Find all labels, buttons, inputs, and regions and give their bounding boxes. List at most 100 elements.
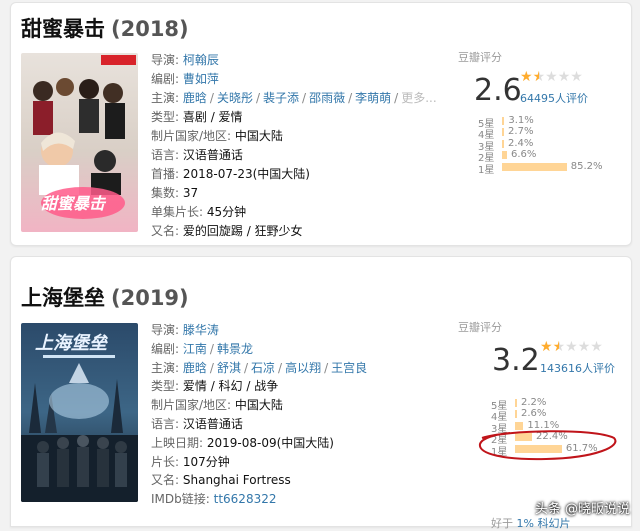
rating-score: 3.2 [492,343,540,378]
rating-panel: 豆瓣评分 3.2 ★★★★★ 143616人评价 5星 2.2% 4星 2.6% 3星 1… [458,319,618,530]
annotation-circle [479,430,617,461]
rating-dist-bar [502,139,504,148]
rating-dist-bar [502,117,505,125]
rating-dist-bar [515,399,517,407]
vote-count-link[interactable]: 64495人评价 [520,90,588,106]
better-than-genre-link[interactable]: 科幻片 [537,517,570,530]
language-label: 语言: [151,416,180,431]
cast-link[interactable]: 鹿晗 [183,361,207,375]
rating-dist-pct: 3.1% [508,115,534,126]
cast-link[interactable]: 石凉 [251,361,275,375]
rating-dist-pct: 2.6% [521,408,547,420]
writer-label: 编剧: [151,341,180,356]
episodes-row: 集数: 37 [151,184,437,203]
star-empty-icon: ★ [565,339,578,355]
language-label: 语言: [151,148,180,162]
language-value: 汉语普通话 [182,148,243,162]
title-text[interactable]: 上海堡垒 [21,286,105,310]
star-empty-icon: ★ [557,69,571,85]
cast-label: 主演: [151,360,180,375]
director-link[interactable]: 滕华涛 [183,323,219,337]
writer-row: 编剧: 曹如萍 [151,70,437,89]
star-half-icon: ★ [552,339,566,355]
language-value: 汉语普通话 [182,416,243,431]
aka-value: Shanghai Fortress [182,473,291,488]
cast-link[interactable]: 李萌萌 [355,91,391,105]
genre-value: 爱情 / 科幻 / 战争 [182,379,279,394]
movie-title[interactable]: 甜蜜暴击 (2018) [21,13,189,43]
rating-dist-bar [502,128,505,137]
aka-value: 爱的回旋踢 / 狂野少女 [182,224,303,238]
genre-value: 喜剧 / 爱情 [182,110,243,124]
country-value: 中国大陆 [234,129,283,143]
better-than-row: 好于 1% 科幻片 [491,515,570,531]
poster-image[interactable]: 上海堡垒 [21,323,138,502]
runtime-label: 片长: [151,454,180,469]
runtime-row: 片长: 107分钟 [151,453,367,472]
runtime-label: 单集片长: [151,205,204,219]
better-than-prefix: 好于 [491,517,513,530]
rating-dist-row: 1星 85.2% [478,160,608,176]
title-text[interactable]: 甜蜜暴击 [21,17,105,41]
cast-link[interactable]: 王宫良 [331,361,367,375]
movie-title[interactable]: 上海堡垒 (2019) [21,282,189,312]
rating-dist-row: 5星 2.2% [491,397,621,412]
rating-dist-row: 3星 2.4% [478,137,608,153]
star-full-icon: ★ [540,339,553,355]
country-label: 制片国家/地区: [151,398,232,413]
rating-dist-row: 2星 6.6% [478,149,608,164]
rating-dist-pct: 2.2% [521,397,547,408]
star-empty-icon: ★ [545,69,558,85]
imdb-label: IMDb链接: [151,492,210,507]
director-label: 导演: [151,53,180,67]
runtime-row: 单集片长: 45分钟 [151,203,437,222]
rating-dist-bar [502,151,508,160]
aka-label: 又名: [151,224,180,238]
cast-row: 主演: 鹿晗 / 关晓彤 / 裴子添 / 邵雨薇 / 李萌萌 / 更多... [151,91,437,105]
rating-dist-pct: 6.6% [511,149,537,161]
aka-row: 又名: 爱的回旋踢 / 狂野少女 [151,222,437,241]
director-label: 导演: [151,323,180,337]
aka-row: 又名: Shanghai Fortress [151,471,367,490]
language-row: 语言: 汉语普通话 [151,146,437,165]
poster-image[interactable]: 甜蜜暴击 [21,53,138,232]
rating-dist-star-label: 1星 [478,164,495,176]
cast-link[interactable]: 关晓彤 [217,91,253,105]
poster-art: 甜蜜暴击 [21,53,138,232]
rating-dist-row: 4星 2.7% [478,126,608,141]
star-full-icon: ★ [520,69,533,85]
writer-link[interactable]: 江南 [183,342,207,356]
release-row: 首播: 2018-07-23(中国大陆) [151,165,437,184]
rating-dist-pct: 85.2% [570,160,603,172]
writer-link[interactable]: 曹如萍 [183,72,219,86]
cast-link[interactable]: 邵雨薇 [309,91,345,105]
rating-score: 2.6 [474,73,522,108]
director-row: 导演: 柯翰辰 [151,51,437,70]
cast-label: 主演: [151,91,180,105]
cast-link[interactable]: 高以翔 [285,361,321,375]
vote-count-link[interactable]: 143616人评价 [540,360,615,376]
country-row: 制片国家/地区: 中国大陆 [151,396,367,415]
genre-row: 类型: 喜剧 / 爱情 [151,108,437,127]
rating-dist-pct: 2.4% [508,137,534,149]
writer-row: 编剧: 江南 / 韩景龙 [151,341,253,356]
cast-more-link[interactable]: 更多... [401,91,436,105]
country-row: 制片国家/地区: 中国大陆 [151,127,437,146]
movie-card-1: 甜蜜暴击 (2018) 甜蜜暴击 导演: 柯翰辰 编剧: 曹如萍 主演: 鹿晗 … [10,2,632,246]
language-row: 语言: 汉语普通话 [151,415,367,434]
rating-label: 豆瓣评分 [458,51,502,64]
rating-stars: ★★★★★ [520,69,583,85]
director-link[interactable]: 柯翰辰 [183,53,219,67]
title-year: (2018) [111,17,189,41]
writer-link[interactable]: 韩景龙 [217,342,253,356]
rating-stars: ★★★★★ [540,339,603,355]
rating-dist-pct: 2.7% [508,126,534,138]
imdb-link[interactable]: tt6628322 [214,492,277,506]
cast-link[interactable]: 舒淇 [217,361,241,375]
runtime-value: 107分钟 [182,454,230,469]
cast-row: 主演: 鹿晗 / 舒淇 / 石凉 / 高以翔 / 王宫良 [151,360,368,375]
cast-link[interactable]: 鹿晗 [183,91,207,105]
cast-link[interactable]: 裴子添 [263,91,299,105]
better-than-pct-link[interactable]: 1% [517,517,534,530]
movie-card-2: 上海堡垒 (2019) 上海堡垒 导演: 滕华涛 编剧: 江南 / 韩景龙 主演… [10,256,632,530]
